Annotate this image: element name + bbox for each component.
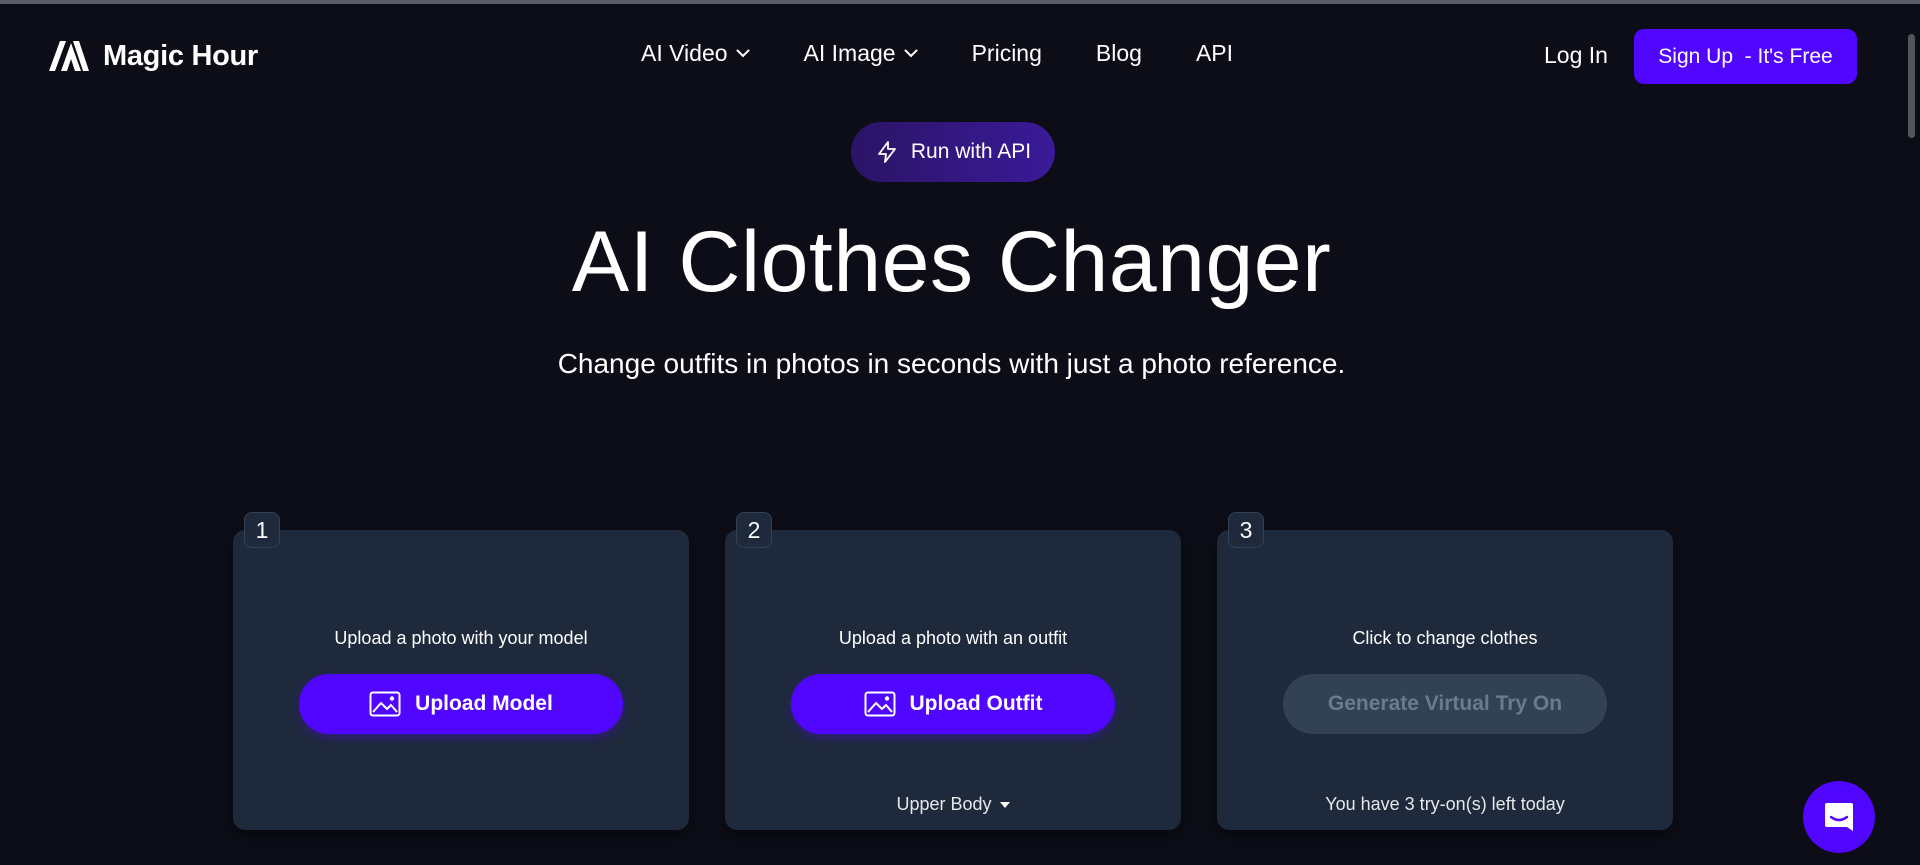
nav-item-ai-image[interactable]: AI Image <box>804 40 918 67</box>
magic-hour-logo-icon <box>47 37 91 75</box>
page-scrollbar[interactable] <box>1903 4 1920 865</box>
step-instruction: Click to change clothes <box>1352 628 1538 648</box>
nav-item-label: Blog <box>1095 40 1142 66</box>
generate-try-on-button[interactable]: Generate Virtual Try On <box>1283 674 1607 734</box>
step-card-upload-outfit: 2 Upload a photo with an outfit Upload O… <box>725 512 1181 830</box>
step-number-badge: 2 <box>736 512 772 548</box>
caret-down-icon <box>999 801 1010 808</box>
step-card-upload-model: 1 Upload a photo with your model Upload … <box>233 512 689 830</box>
nav-item-label: AI Image <box>803 40 896 66</box>
upload-outfit-button[interactable]: Upload Outfit <box>791 674 1115 734</box>
brand-logo[interactable]: Magic Hour <box>47 34 258 78</box>
step-number-badge: 1 <box>244 512 280 548</box>
image-icon <box>864 691 896 717</box>
upload-model-button[interactable]: Upload Model <box>299 674 623 734</box>
chevron-down-icon <box>736 49 750 58</box>
upload-model-label: Upload Model <box>415 692 553 715</box>
signup-button[interactable]: Sign Up - It's Free <box>1634 29 1857 84</box>
quota-text: You have 3 try-on(s) left today <box>1325 794 1565 814</box>
page-title: AI Clothes Changer <box>571 214 1332 310</box>
nav-item-blog[interactable]: Blog <box>1096 40 1142 67</box>
image-icon <box>369 691 401 717</box>
garment-type-value: Upper Body <box>896 794 992 814</box>
upload-outfit-label: Upload Outfit <box>909 692 1043 715</box>
garment-type-select[interactable]: Upper Body <box>725 794 1181 815</box>
login-link[interactable]: Log In <box>1544 42 1608 69</box>
chevron-down-icon <box>904 49 918 58</box>
nav-item-label: Pricing <box>971 40 1042 66</box>
main-nav: AI Video AI Image Pricing Blog API <box>641 40 1233 67</box>
run-with-api-label: Run with API <box>910 140 1032 163</box>
site-header: Magic Hour AI Video AI Image Pricing Blo… <box>0 4 1903 108</box>
chat-icon <box>1821 799 1857 835</box>
step-instruction: Upload a photo with an outfit <box>838 628 1068 648</box>
run-with-api-button[interactable]: Run with API <box>851 122 1055 182</box>
chat-launcher-button[interactable] <box>1803 781 1875 853</box>
page-subtitle: Change outfits in photos in seconds with… <box>557 348 1346 379</box>
scrollbar-thumb[interactable] <box>1908 34 1915 138</box>
lightning-icon <box>875 140 899 164</box>
step-card-generate: 3 Click to change clothes Generate Virtu… <box>1217 512 1673 830</box>
nav-item-pricing[interactable]: Pricing <box>972 40 1042 67</box>
nav-item-api[interactable]: API <box>1196 40 1233 67</box>
nav-item-ai-video[interactable]: AI Video <box>641 40 750 67</box>
step-instruction: Upload a photo with your model <box>334 628 588 648</box>
brand-name: Magic Hour <box>103 39 258 72</box>
step-number-badge: 3 <box>1228 512 1264 548</box>
nav-item-label: API <box>1195 40 1234 66</box>
nav-item-label: AI Video <box>641 40 728 66</box>
